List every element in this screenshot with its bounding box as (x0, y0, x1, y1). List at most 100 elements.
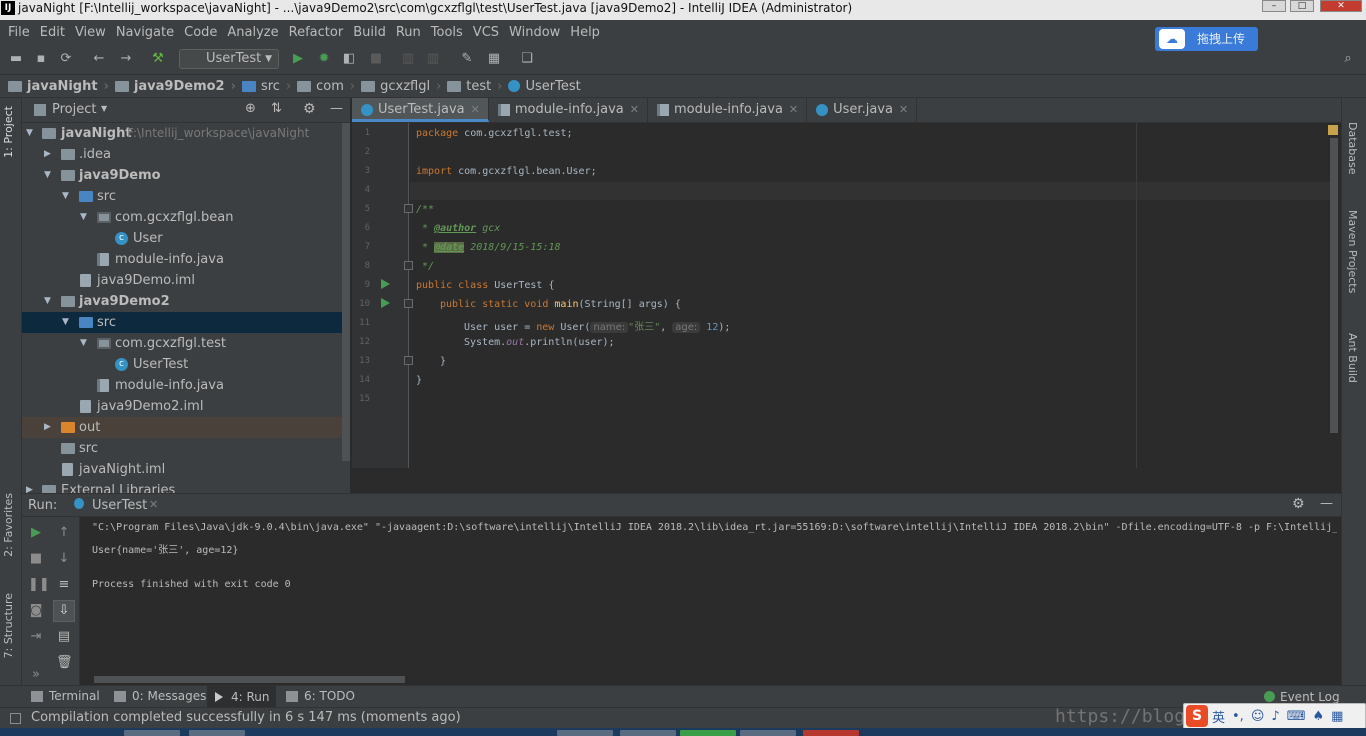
tab-todo[interactable]: 6: TODO (286, 689, 355, 703)
menu-help[interactable]: Help (566, 25, 604, 40)
tree-item-src[interactable]: ▼ src (22, 186, 342, 207)
menu-refactor[interactable]: Refactor (285, 25, 348, 40)
taskbar-app-icon[interactable] (124, 730, 180, 736)
tab-run[interactable]: 4: Run (207, 686, 276, 708)
breadcrumb-item[interactable]: javaNight › (8, 79, 109, 94)
tree-item-idea[interactable]: ▶ .idea (22, 144, 342, 165)
taskbar-app-icon[interactable] (620, 730, 676, 736)
console-horizontal-scrollbar[interactable] (94, 676, 405, 683)
sogou-logo-icon[interactable]: S (1186, 705, 1208, 727)
soft-wrap-icon[interactable]: ≡ (56, 577, 72, 593)
tree-item-iml[interactable]: java9Demo2.iml (22, 396, 342, 417)
tree-item-external-libraries[interactable]: ▶ External Libraries (22, 480, 342, 493)
run-config-select[interactable]: UserTest ▼ (179, 49, 279, 69)
hide-panel-icon[interactable]: — (1320, 496, 1333, 511)
menu-edit[interactable]: Edit (36, 25, 69, 40)
event-log-button[interactable]: Event Log (1264, 690, 1340, 704)
tree-item-javanight[interactable]: ▼ javaNight F:\Intellij_workspace\javaNi… (22, 123, 342, 144)
keyboard-icon[interactable]: ⌨ (1287, 709, 1306, 724)
tab-user-java[interactable]: User.java ✕ (807, 98, 918, 122)
ime-mode-toggle[interactable]: 英 (1212, 707, 1225, 726)
menu-run[interactable]: Run (392, 25, 425, 40)
back-icon[interactable]: ← (91, 51, 107, 67)
open-folder-icon[interactable]: ▬ (8, 51, 24, 67)
fold-icon[interactable] (404, 299, 413, 308)
tab-usertest-java[interactable]: UserTest.java ✕ (352, 98, 489, 122)
editor-scrollbar[interactable] (1330, 138, 1338, 433)
tab-messages[interactable]: 0: Messages (114, 689, 206, 703)
breadcrumb-item[interactable]: gcxzflgl › (361, 79, 441, 94)
print-icon[interactable]: ▤ (56, 629, 72, 645)
maximize-icon[interactable]: □ (1290, 0, 1314, 12)
scroll-down-icon[interactable]: ↓ (56, 551, 72, 567)
tab-terminal[interactable]: Terminal (31, 689, 100, 703)
tree-item-java9demo[interactable]: ▼ java9Demo (22, 165, 342, 186)
menu-navigate[interactable]: Navigate (112, 25, 178, 40)
tree-item-java9demo2[interactable]: ▼ java9Demo2 (22, 291, 342, 312)
tab-module-info-java[interactable]: module-info.java ✕ (648, 98, 808, 122)
run-icon[interactable]: ▶ (290, 51, 306, 67)
code-editor[interactable]: 1 2 3 4 5 6 7 8 9 10 11 12 13 14 15 pack… (352, 123, 1341, 468)
punctuation-icon[interactable]: •, (1232, 709, 1244, 724)
tool-windows-icon[interactable] (10, 713, 21, 724)
close-tab-icon[interactable]: ✕ (149, 498, 158, 511)
voice-icon[interactable]: ♪ (1271, 709, 1279, 724)
sdk-icon[interactable]: ❏ (519, 51, 535, 67)
breadcrumb-item[interactable]: test › (447, 79, 502, 94)
project-scrollbar[interactable] (342, 123, 350, 461)
forward-icon[interactable]: → (118, 51, 134, 67)
build-hammer-icon[interactable]: ⚒ (150, 51, 166, 67)
more-icon[interactable]: » (28, 667, 44, 683)
pause-icon[interactable]: ❚❚ (28, 577, 50, 593)
restore-layout-icon[interactable]: ⇥ (28, 629, 44, 645)
upload-button[interactable]: ☁ 拖拽上传 (1155, 27, 1258, 51)
stop-icon[interactable]: ■ (368, 51, 384, 67)
tree-item-out[interactable]: ▶ out (22, 417, 342, 438)
run-main-gutter-icon[interactable] (381, 298, 390, 308)
close-window-icon[interactable]: ✕ (1320, 0, 1362, 12)
tab-structure[interactable]: 7: Structure (2, 593, 15, 658)
inspection-status-icon[interactable] (1328, 125, 1338, 135)
fold-icon[interactable] (404, 261, 413, 270)
menu-code[interactable]: Code (180, 25, 221, 40)
menu-tools[interactable]: Tools (427, 25, 467, 40)
menu-build[interactable]: Build (349, 25, 390, 40)
search-icon[interactable]: ⌕ (1340, 51, 1356, 67)
tab-module-info-java[interactable]: module-info.java ✕ (489, 98, 648, 122)
menu-vcs[interactable]: VCS (469, 25, 503, 40)
locate-icon[interactable]: ⊕ (245, 101, 256, 116)
project-structure-icon[interactable]: ▦ (486, 51, 502, 67)
hide-panel-icon[interactable]: — (330, 101, 343, 116)
minimize-icon[interactable]: – (1262, 0, 1286, 12)
tree-item-package-test[interactable]: ▼ com.gcxzflgl.test (22, 333, 342, 354)
tab-favorites[interactable]: 2: Favorites (2, 493, 15, 557)
rerun-icon[interactable]: ▶ (28, 525, 44, 541)
project-view-select[interactable]: Project (52, 102, 96, 117)
breadcrumb-item[interactable]: src › (241, 79, 291, 94)
close-tab-icon[interactable]: ✕ (471, 103, 480, 116)
dump-threads-icon[interactable]: ◙ (28, 603, 44, 619)
fold-icon[interactable] (404, 204, 413, 213)
tree-item-src-selected[interactable]: ▼ src (22, 312, 342, 333)
menu-view[interactable]: View (71, 25, 110, 40)
vcs-update-icon[interactable]: ▥ (400, 51, 416, 67)
tree-item-user[interactable]: c User (22, 228, 342, 249)
scroll-up-icon[interactable]: ↑ (56, 525, 72, 541)
tab-ant-build[interactable]: Ant Build (1346, 333, 1359, 383)
menu-file[interactable]: File (4, 25, 34, 40)
tree-item-iml[interactable]: java9Demo.iml (22, 270, 342, 291)
fold-icon[interactable] (404, 356, 413, 365)
editor-gutter[interactable]: 1 2 3 4 5 6 7 8 9 10 11 12 13 14 15 (352, 123, 413, 468)
breadcrumb-item[interactable]: UserTest (508, 79, 581, 94)
close-tab-icon[interactable]: ✕ (789, 103, 798, 116)
breadcrumb-item[interactable]: com › (297, 79, 355, 94)
close-tab-icon[interactable]: ✕ (899, 103, 908, 116)
save-icon[interactable]: ▪ (33, 51, 49, 67)
taskbar-app-icon[interactable] (189, 730, 245, 736)
tab-database[interactable]: Database (1346, 122, 1359, 175)
taskbar-app-icon[interactable] (740, 730, 796, 736)
settings-wrench-icon[interactable]: ✎ (459, 51, 475, 67)
tree-item-src[interactable]: src (22, 438, 342, 459)
taskbar-app-icon[interactable] (680, 730, 736, 736)
tab-project[interactable]: 1: Project (2, 106, 15, 158)
